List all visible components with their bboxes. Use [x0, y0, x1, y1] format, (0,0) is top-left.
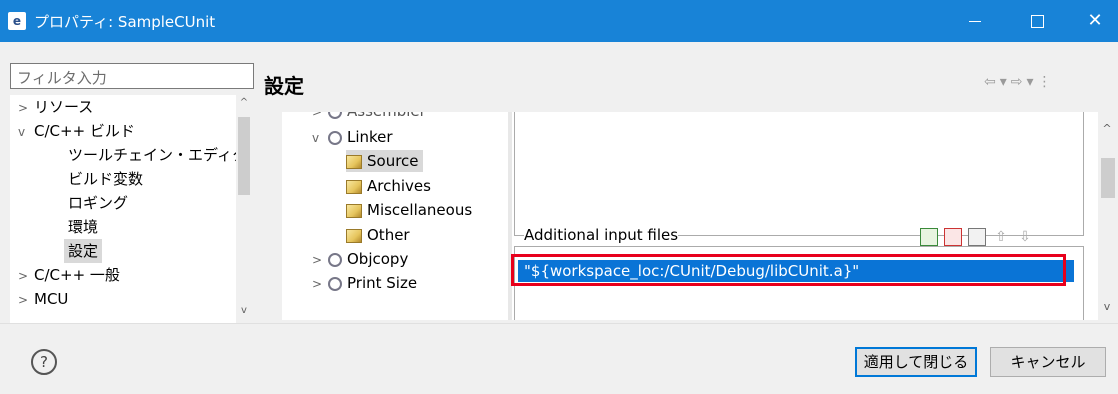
more-icon[interactable]: ⋮ — [1038, 74, 1056, 90]
tool-icon — [346, 154, 362, 169]
tool-item-other[interactable]: Other — [346, 224, 410, 246]
eclipse-icon: e — [8, 12, 26, 30]
chevron-down-icon[interactable]: v — [18, 120, 34, 144]
list-toolbar: ⇧ ⇩ — [920, 227, 1040, 246]
back-icon[interactable]: ⇦ — [984, 74, 1000, 90]
chevron-right-icon[interactable]: > — [18, 288, 34, 312]
edit-icon[interactable] — [968, 227, 986, 246]
tree-item-cpp-build[interactable]: v C/C++ ビルド — [18, 119, 135, 143]
tool-item-print-size[interactable]: > Print Size — [312, 272, 417, 294]
tool-icon — [346, 179, 362, 194]
tool-settings-tree: >Assembler vLinker Source Archives Misce… — [282, 112, 508, 320]
back-menu-icon[interactable]: ▾ — [1000, 74, 1011, 90]
chevron-right-icon[interactable]: > — [312, 112, 328, 123]
tool-icon — [346, 228, 362, 243]
tree-item-logging[interactable]: ロギング — [68, 191, 128, 215]
tool-item-objcopy[interactable]: > Objcopy — [312, 248, 408, 270]
settings-panel: Additional input files ⇧ ⇩ "${workspace_l… — [512, 112, 1098, 320]
gear-icon — [328, 252, 342, 267]
maximize-button[interactable] — [1014, 0, 1060, 42]
scroll-up-icon[interactable]: ^ — [238, 97, 250, 108]
properties-tree: > リソース v C/C++ ビルド ツールチェイン・エディター ビルド変数 ロギン… — [10, 95, 252, 323]
title-bar: e プロパティ: SampleCUnit ✕ — [0, 0, 1118, 42]
input-files-label: Additional input files — [524, 226, 679, 244]
tree-item-resource[interactable]: > リソース — [18, 95, 93, 119]
move-down-icon[interactable]: ⇩ — [1016, 228, 1034, 246]
tree-item-build-variables[interactable]: ビルド変数 — [68, 167, 143, 191]
tree-item-environment[interactable]: 環境 — [68, 215, 98, 239]
add-icon[interactable] — [920, 227, 938, 246]
chevron-right-icon[interactable]: > — [18, 264, 34, 288]
delete-icon[interactable] — [944, 227, 962, 246]
tool-icon — [346, 203, 362, 218]
navigation-toolbar: ⇦▾⇨▾⋮ — [984, 74, 1056, 90]
chevron-down-icon[interactable]: v — [312, 127, 328, 149]
minimize-button[interactable] — [952, 0, 998, 42]
tree-item-toolchain-editor[interactable]: ツールチェイン・エディター — [68, 143, 252, 167]
apply-and-close-button[interactable]: 適用して閉じる — [855, 347, 977, 377]
gear-icon — [328, 112, 342, 119]
tree-item-mcu[interactable]: > MCU — [18, 287, 68, 311]
chevron-right-icon[interactable]: > — [18, 96, 34, 120]
tree-item-cpp-general[interactable]: > C/C++ 一般 — [18, 263, 120, 287]
tool-item-miscellaneous[interactable]: Miscellaneous — [346, 199, 472, 221]
tool-item-linker[interactable]: v Linker — [312, 126, 393, 148]
tool-item-source[interactable]: Source — [346, 150, 423, 172]
chevron-right-icon[interactable]: > — [312, 273, 328, 295]
forward-menu-icon[interactable]: ▾ — [1027, 74, 1038, 90]
scroll-down-icon[interactable]: v — [238, 305, 250, 316]
scroll-up-icon[interactable]: ^ — [1100, 122, 1114, 135]
move-up-icon[interactable]: ⇧ — [992, 228, 1010, 246]
upper-list[interactable] — [514, 112, 1084, 236]
filter-input[interactable]: フィルタ入力 — [10, 63, 254, 89]
cancel-button[interactable]: キャンセル — [990, 347, 1106, 377]
forward-icon[interactable]: ⇨ — [1011, 74, 1027, 90]
close-button[interactable]: ✕ — [1072, 0, 1118, 42]
page-title: 設定 — [264, 74, 304, 98]
settings-scrollbar[interactable]: ^ v — [1098, 112, 1116, 320]
tree-scrollbar[interactable]: ^ v — [236, 95, 252, 323]
scrollbar-thumb[interactable] — [1101, 158, 1115, 198]
help-icon[interactable]: ? — [31, 349, 57, 375]
gear-icon — [328, 276, 342, 291]
highlight-box — [511, 254, 1066, 286]
tool-item-assembler[interactable]: >Assembler — [312, 112, 426, 122]
window-title: プロパティ: SampleCUnit — [34, 13, 216, 31]
chevron-right-icon[interactable]: > — [312, 249, 328, 271]
scroll-down-icon[interactable]: v — [1100, 300, 1114, 313]
tree-item-settings[interactable]: 設定 — [64, 239, 103, 263]
scrollbar-thumb[interactable] — [238, 117, 250, 195]
footer-divider — [0, 323, 1118, 324]
gear-icon — [328, 130, 342, 145]
tool-item-archives[interactable]: Archives — [346, 175, 431, 197]
